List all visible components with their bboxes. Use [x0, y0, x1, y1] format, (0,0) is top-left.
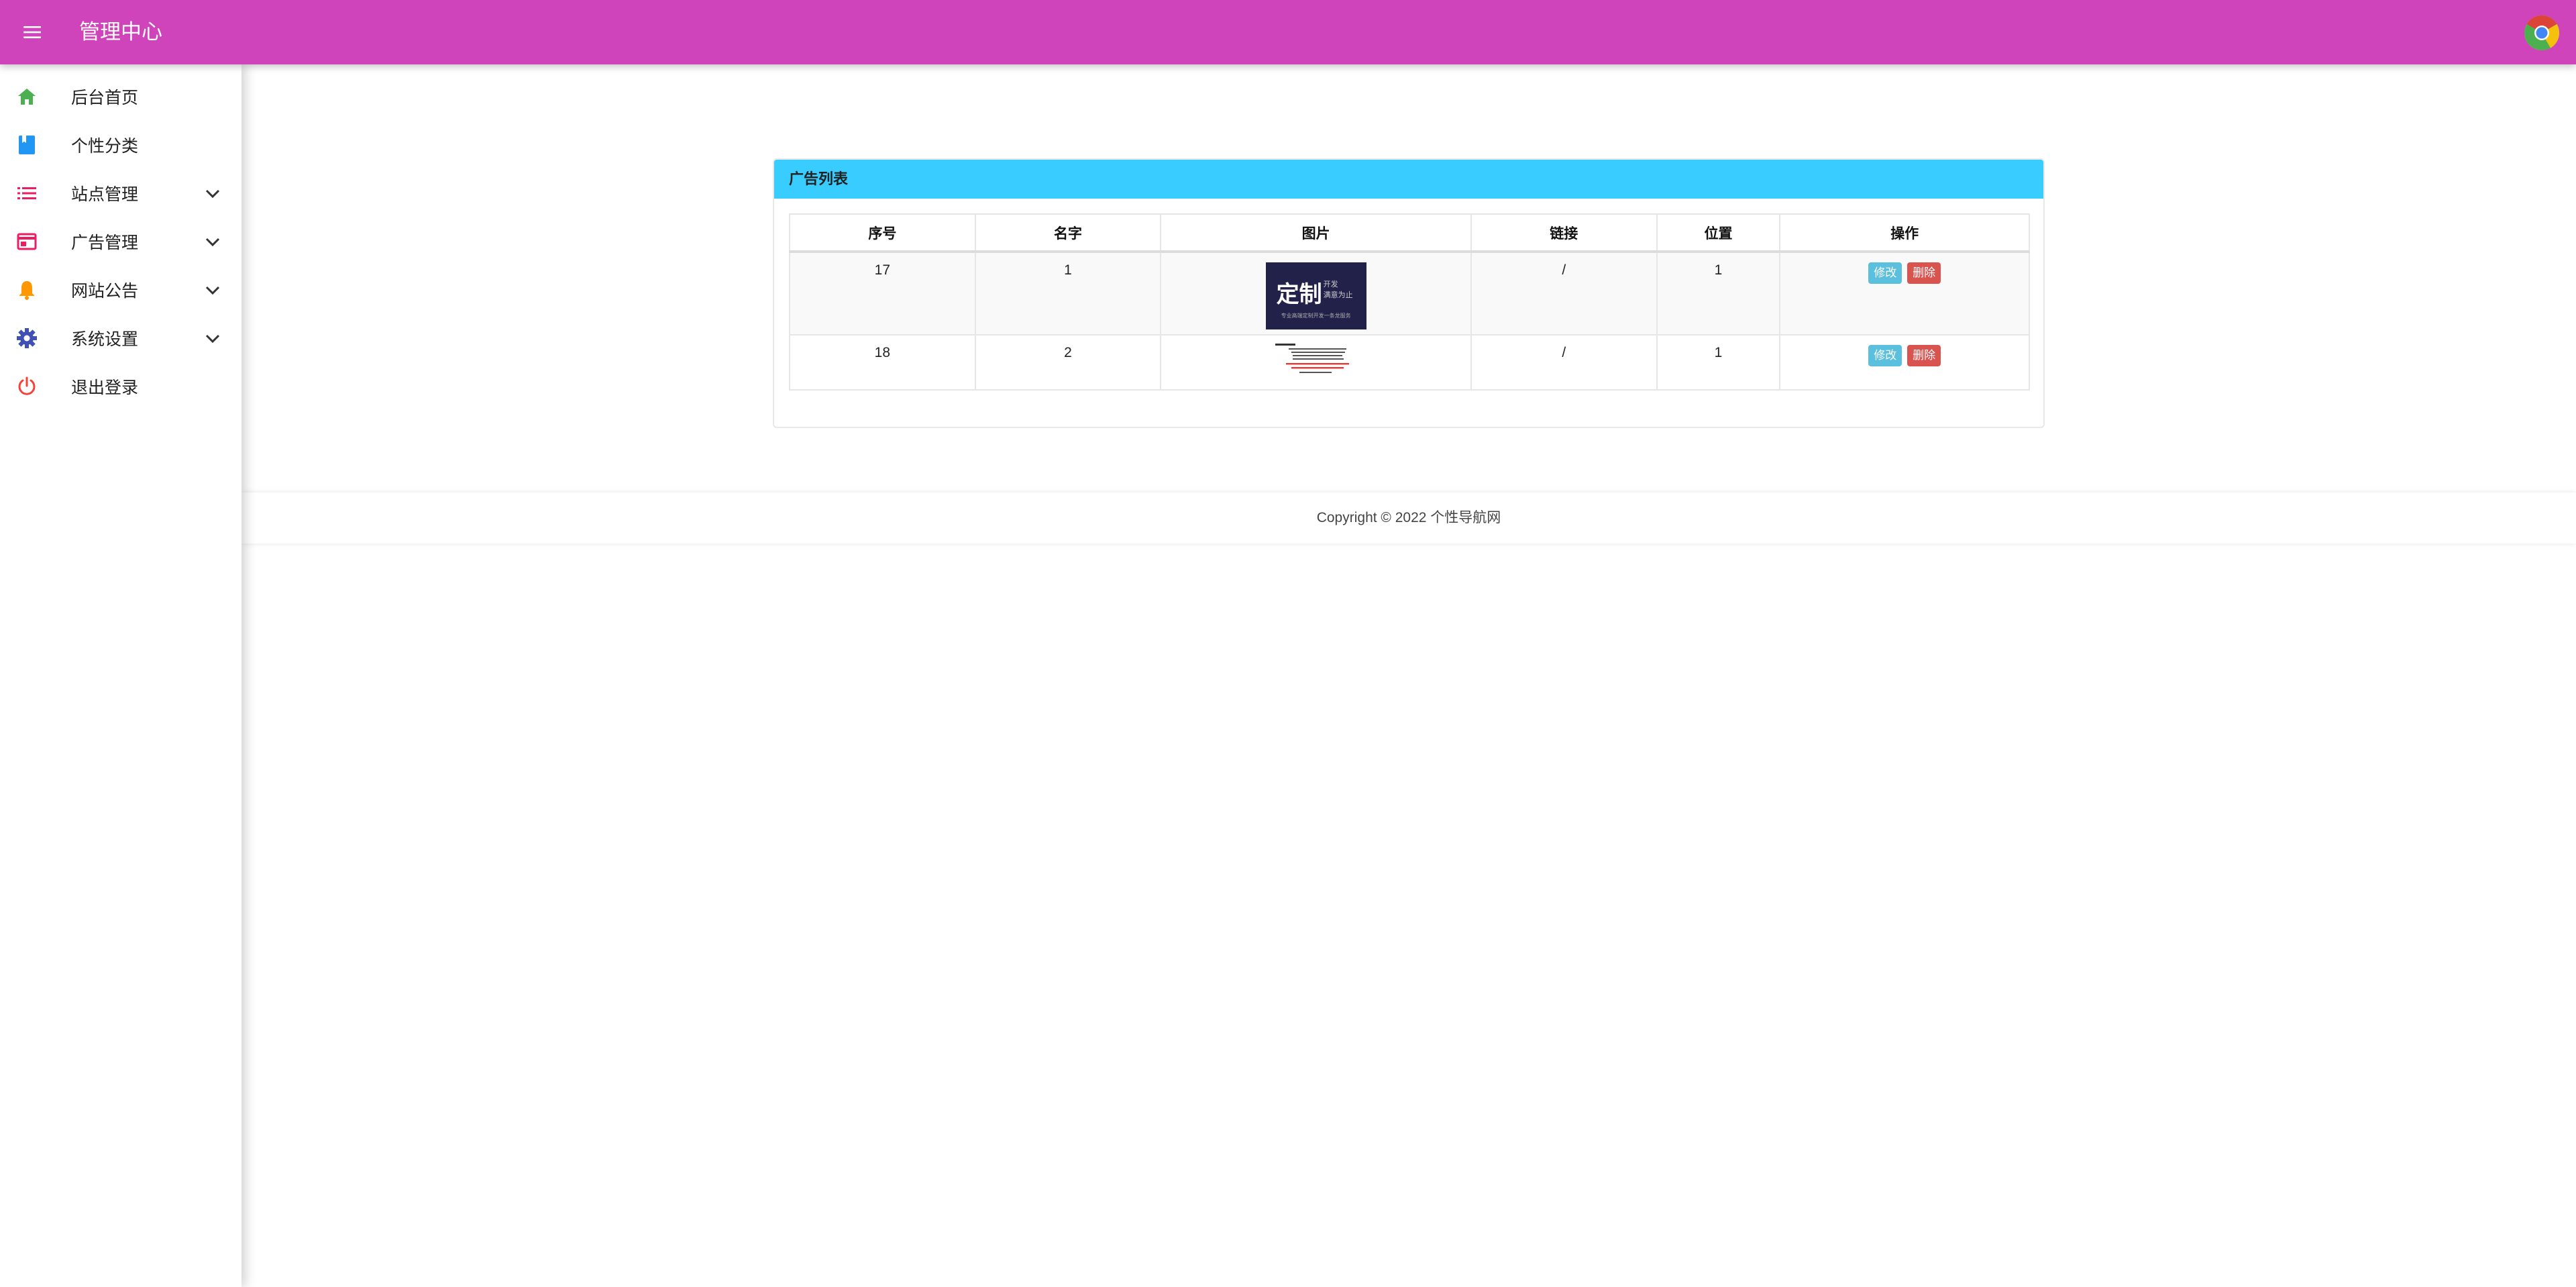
user-avatar[interactable] — [2524, 15, 2560, 51]
footer: Copyright © 2022 个性导航网 — [241, 493, 2576, 544]
cell-id: 18 — [789, 334, 976, 391]
bell-icon — [16, 279, 38, 301]
cell-id: 17 — [789, 251, 976, 336]
chrome-icon — [2524, 15, 2559, 50]
edit-button[interactable]: 修改 — [1868, 262, 1902, 284]
sidebar-item-label: 个性分类 — [71, 137, 139, 156]
copyright-text: Copyright © 2022 个性导航网 — [1316, 510, 1501, 525]
column-header-image: 图片 — [1160, 213, 1472, 253]
gear-icon — [16, 327, 38, 349]
top-app-bar: 管理中心 — [0, 0, 2576, 64]
sidebar-item-label: 后台首页 — [71, 89, 139, 107]
home-icon — [16, 86, 38, 107]
cell-link: / — [1470, 251, 1658, 336]
ad-image-thumbnail: 定制 开发 满意为止 专业高端定制开发一条龙服务 — [1265, 262, 1366, 329]
sidebar-item-ads[interactable]: 广告管理 — [0, 217, 241, 266]
sidebar-item-label: 网站公告 — [71, 282, 139, 301]
ad-image-bottom-text: 专业高端定制开发一条龙服务 — [1281, 313, 1351, 319]
bookmark-icon — [16, 134, 38, 156]
ad-table: 序号 名字 图片 链接 位置 操作 17 1 定制 开发 满意为止 专业高端定制… — [789, 213, 2030, 391]
table-header-row: 序号 名字 图片 链接 位置 操作 — [789, 213, 2030, 253]
edit-button[interactable]: 修改 — [1868, 345, 1902, 366]
delete-button[interactable]: 删除 — [1907, 262, 1941, 284]
chevron-down-icon[interactable] — [203, 280, 223, 301]
ad-image-side-line-2: 满意为止 — [1323, 291, 1353, 299]
cell-image — [1160, 334, 1472, 391]
column-header-id: 序号 — [789, 213, 976, 253]
main-content: 广告列表 序号 名字 图片 链接 位置 操作 17 1 定制 开发 满意为止 专… — [241, 64, 2576, 1287]
cell-image: 定制 开发 满意为止 专业高端定制开发一条龙服务 — [1160, 251, 1472, 336]
cell-name: 2 — [974, 334, 1162, 391]
column-header-actions: 操作 — [1779, 213, 2030, 253]
ad-icon — [16, 231, 38, 252]
sidebar-item-logout[interactable]: 退出登录 — [0, 362, 241, 411]
menu-icon — [23, 26, 41, 38]
cell-link: / — [1470, 334, 1658, 391]
ad-image-thumbnail — [1272, 342, 1360, 378]
list-icon — [16, 183, 38, 204]
sidebar-item-label: 广告管理 — [71, 234, 139, 252]
power-icon — [16, 376, 38, 397]
sidebar-item-label: 系统设置 — [71, 330, 139, 349]
cell-actions: 修改 删除 — [1779, 334, 2030, 391]
sidebar-nav: 后台首页 个性分类 站点管理 广告管理 网站公告 系统设置 退出登录 — [0, 64, 241, 1287]
chevron-down-icon[interactable] — [203, 329, 223, 349]
chevron-down-icon[interactable] — [203, 184, 223, 204]
sidebar-item-label: 退出登录 — [71, 378, 139, 397]
ad-image-side-line-1: 开发 — [1323, 280, 1338, 289]
sidebar-item-announcements[interactable]: 网站公告 — [0, 266, 241, 314]
menu-button[interactable] — [16, 16, 48, 48]
sidebar-item-label: 站点管理 — [71, 185, 139, 204]
sidebar-item-categories[interactable]: 个性分类 — [0, 121, 241, 169]
sidebar-item-sites[interactable]: 站点管理 — [0, 169, 241, 217]
ad-image-main-text: 定制 — [1276, 282, 1322, 307]
column-header-name: 名字 — [974, 213, 1162, 253]
panel-title: 广告列表 — [774, 160, 2043, 199]
sidebar-item-settings[interactable]: 系统设置 — [0, 314, 241, 362]
column-header-link: 链接 — [1470, 213, 1658, 253]
ad-list-panel: 广告列表 序号 名字 图片 链接 位置 操作 17 1 定制 开发 满意为止 专… — [773, 158, 2045, 428]
table-row: 17 1 定制 开发 满意为止 专业高端定制开发一条龙服务 / 1 修改 删除 — [789, 251, 2030, 336]
ad-image-text-graphic — [1275, 344, 1349, 373]
app-title: 管理中心 — [79, 20, 162, 44]
sidebar-item-home[interactable]: 后台首页 — [0, 72, 241, 121]
column-header-position: 位置 — [1656, 213, 1781, 253]
cell-name: 1 — [974, 251, 1162, 336]
chevron-down-icon[interactable] — [203, 232, 223, 252]
cell-position: 1 — [1656, 251, 1781, 336]
table-row: 18 2 / 1 修改 删除 — [789, 334, 2030, 391]
delete-button[interactable]: 删除 — [1907, 345, 1941, 366]
cell-actions: 修改 删除 — [1779, 251, 2030, 336]
cell-position: 1 — [1656, 334, 1781, 391]
